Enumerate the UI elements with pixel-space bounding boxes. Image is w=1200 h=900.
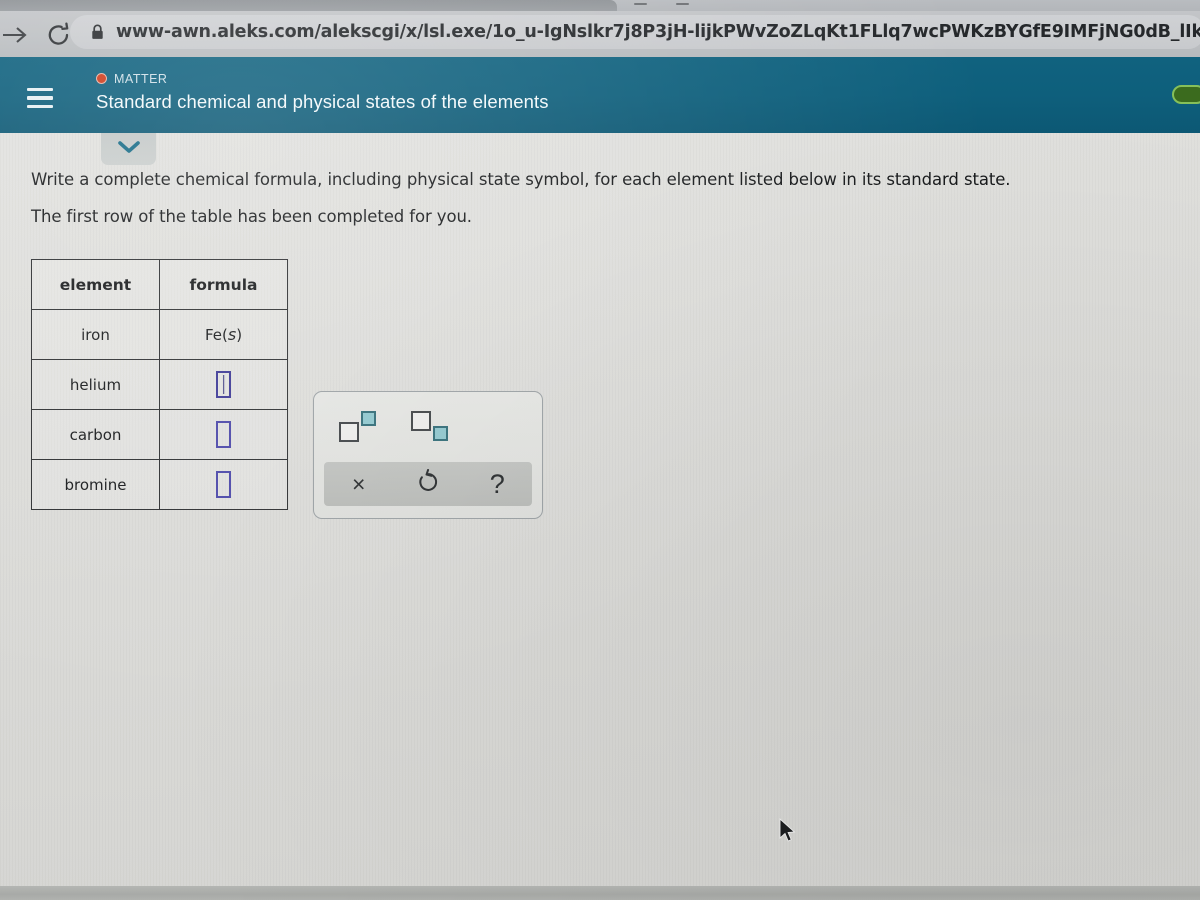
undo-button[interactable] [393,462,462,506]
formula-cell-iron: Fe(s) [159,309,288,360]
app-header-text: MATTER Standard chemical and physical st… [96,70,549,113]
formula-input-carbon[interactable] [216,421,231,448]
browser-tab-strip [0,0,1200,11]
main-content: Write a complete chemical formula, inclu… [0,133,1200,900]
element-name-carbon: carbon [31,409,160,460]
browser-active-tab[interactable] [0,0,617,11]
formula-cell-bromine[interactable] [159,459,288,510]
superscript-exponent-box [361,411,376,426]
formula-cell-carbon[interactable] [159,409,288,460]
topic-eyebrow: MATTER [96,70,549,87]
question-prompt: Write a complete chemical formula, inclu… [31,170,1151,243]
mouse-pointer-icon [779,817,797,844]
table-row: carbon [31,409,288,460]
element-name-iron: iron [31,309,160,360]
topic-status-dot-icon [96,73,107,84]
formula-state-iron: s [227,325,237,344]
topic-label: MATTER [114,71,168,86]
element-name-helium: helium [31,359,160,410]
table-header-row: element formula [31,259,288,310]
subscript-base-box [411,411,431,431]
url-text: www-awn.aleks.com/alekscgi/x/lsl.exe/1o_… [116,22,1200,42]
subscript-icon[interactable] [411,411,457,445]
prompt-line-1: Write a complete chemical formula, inclu… [31,170,1011,189]
formula-cell-helium[interactable] [159,359,288,410]
header-right-indicator[interactable] [1172,85,1200,104]
column-header-element: element [31,259,160,310]
table-row: bromine [31,459,288,510]
math-input-palette: × ? [313,391,543,519]
address-bar[interactable]: www-awn.aleks.com/alekscgi/x/lsl.exe/1o_… [70,15,1200,49]
palette-format-buttons [314,392,542,464]
help-button[interactable]: ? [463,462,532,506]
subscript-index-box [433,426,448,441]
formula-input-helium[interactable] [216,371,231,398]
page-title: Standard chemical and physical states of… [96,91,549,112]
undo-icon [415,468,440,499]
superscript-icon[interactable] [339,411,385,445]
tab-dash-right [676,3,689,5]
formula-input-bromine[interactable] [216,471,231,498]
table-row: helium [31,359,288,410]
tab-dash-left [634,3,647,5]
prompt-line-2: The first row of the table has been comp… [31,206,472,226]
superscript-base-box [339,422,359,442]
formula-symbol-iron: Fe [204,326,222,344]
column-header-formula: formula [159,259,288,310]
reload-icon[interactable] [46,22,72,48]
hamburger-menu-icon[interactable] [27,88,53,108]
screen-photo: www-awn.aleks.com/alekscgi/x/lsl.exe/1o_… [0,0,1200,900]
clear-button[interactable]: × [324,462,393,506]
screen-bottom-bezel [0,886,1200,900]
forward-arrow-icon[interactable] [2,23,28,47]
lock-icon [91,24,104,40]
elements-table: element formula iron Fe(s) helium carbon [31,259,288,510]
element-name-bromine: bromine [31,459,160,510]
table-row: iron Fe(s) [31,309,288,360]
palette-action-bar: × ? [324,462,532,506]
